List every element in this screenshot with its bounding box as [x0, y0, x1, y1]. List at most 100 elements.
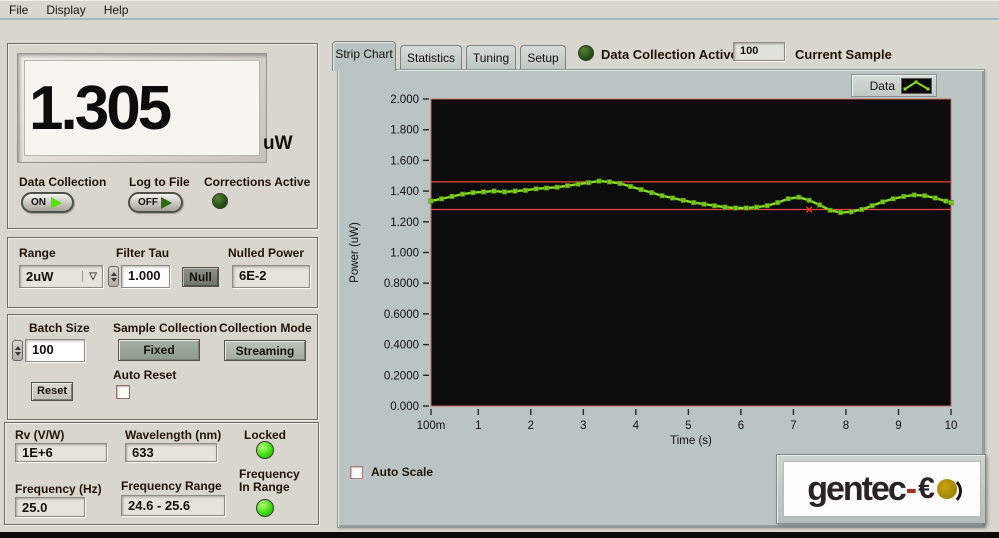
x-tick-label: 1: [475, 420, 481, 432]
data-point-marker: [765, 203, 769, 207]
data-point-marker: [775, 200, 779, 204]
auto-reset-checkbox[interactable]: [116, 385, 130, 399]
y-tick-label: 1.000: [390, 248, 419, 260]
data-point-marker: [949, 200, 953, 204]
data-point-marker: [723, 205, 727, 209]
auto-scale-checkbox[interactable]: [350, 466, 363, 479]
data-point-marker: [555, 185, 559, 189]
data-point-marker: [733, 206, 737, 210]
data-point-marker: [639, 187, 643, 191]
menu-file[interactable]: File: [0, 1, 37, 19]
power-value: 1.305: [25, 73, 169, 144]
null-button[interactable]: Null: [182, 267, 219, 287]
data-point-marker: [670, 196, 674, 200]
data-point-marker: [481, 190, 485, 194]
filter-tau-label: Filter Tau: [116, 246, 169, 260]
increment-icon: [15, 346, 21, 350]
logo-word: gentec: [807, 470, 905, 509]
cursor-marker[interactable]: ×: [805, 202, 813, 217]
data-point-marker: [838, 210, 842, 214]
filter-tau-input[interactable]: 1.000: [121, 265, 170, 288]
x-tick-label: 6: [738, 420, 744, 432]
frequency-range-field: 24.6 - 25.6: [121, 495, 225, 516]
logo-disc-icon: [937, 479, 957, 499]
x-tick-label: 3: [580, 420, 586, 432]
menu-help[interactable]: Help: [95, 1, 138, 19]
sample-collection-label: Sample Collection: [113, 321, 217, 335]
frequency-in-range-label-line1: Frequency: [239, 467, 300, 481]
data-point-marker: [607, 180, 611, 184]
power-display-screen: 1.305: [24, 60, 260, 156]
range-group: Range Filter Tau Nulled Power 2uW ▽ 1.00…: [7, 237, 318, 308]
data-point-marker: [586, 180, 590, 184]
data-point-marker: [828, 208, 832, 212]
locked-label: Locked: [244, 428, 286, 442]
toggle-arrow-icon: [161, 197, 172, 209]
logo-euro-glyph: €: [918, 472, 935, 506]
collection-mode-button[interactable]: Streaming: [224, 340, 306, 361]
filter-tau-stepper[interactable]: [108, 266, 119, 287]
x-tick-label: 4: [633, 420, 640, 432]
data-point-marker: [944, 199, 948, 203]
chevron-down-icon: ▽: [82, 271, 102, 282]
batch-size-stepper[interactable]: [12, 340, 23, 361]
data-point-marker: [502, 190, 506, 194]
range-dropdown[interactable]: 2uW ▽: [19, 265, 103, 288]
reset-button[interactable]: Reset: [31, 382, 73, 401]
frequency-range-label: Frequency Range: [121, 479, 222, 493]
data-point-marker: [649, 190, 653, 194]
data-point-marker: [912, 193, 916, 197]
data-point-marker: [817, 203, 821, 207]
data-point-marker: [544, 186, 548, 190]
log-to-file-label: Log to File: [129, 175, 190, 189]
log-to-file-toggle[interactable]: OFF: [128, 192, 183, 213]
data-point-marker: [576, 182, 580, 186]
x-axis-title: Time (s): [670, 435, 712, 447]
menu-bar: File Display Help: [0, 1, 999, 20]
data-point-marker: [471, 190, 475, 194]
strip-chart-graph[interactable]: 2.0001.8001.6001.4001.2001.0000.80000.60…: [338, 70, 986, 460]
y-tick-label: 0.6000: [384, 309, 419, 321]
auto-scale-label: Auto Scale: [371, 465, 433, 479]
wavelength-label: Wavelength (nm): [125, 428, 221, 442]
x-tick-label: 5: [685, 420, 691, 432]
range-label: Range: [19, 246, 56, 260]
frequency-field: 25.0: [15, 497, 85, 517]
log-to-file-state: OFF: [138, 197, 158, 208]
tab-tuning[interactable]: Tuning: [466, 45, 516, 70]
corrections-active-label: Corrections Active: [204, 175, 310, 189]
data-collection-state: ON: [31, 197, 46, 208]
menu-display[interactable]: Display: [37, 1, 94, 19]
data-point-marker: [849, 210, 853, 214]
data-point-marker: [923, 194, 927, 198]
power-unit-label: uW: [263, 133, 293, 155]
window-bottom-edge: [0, 532, 999, 538]
data-collection-toggle[interactable]: ON: [21, 192, 74, 213]
data-point-marker: [712, 203, 716, 207]
data-point-marker: [754, 205, 758, 209]
sample-collection-button[interactable]: Fixed: [118, 339, 200, 361]
tab-statistics[interactable]: Statistics: [400, 45, 462, 70]
plot-area[interactable]: [431, 99, 951, 406]
data-point-marker: [744, 206, 748, 210]
data-point-marker: [565, 184, 569, 188]
y-tick-label: 1.800: [390, 125, 419, 137]
data-point-marker: [460, 192, 464, 196]
nulled-power-field: 6E-2: [232, 265, 310, 288]
batch-size-input[interactable]: 100: [25, 339, 85, 362]
frequency-in-range-label-line2: In Range: [239, 480, 290, 494]
brand-logo: gentec - €: [776, 454, 986, 524]
tab-strip-chart[interactable]: Strip Chart: [332, 41, 396, 71]
range-value: 2uW: [26, 269, 82, 284]
data-point-marker: [450, 194, 454, 198]
tab-setup[interactable]: Setup: [520, 45, 566, 70]
data-point-marker: [933, 196, 937, 200]
data-point-marker: [891, 197, 895, 201]
decrement-icon: [15, 352, 21, 356]
data-point-marker: [439, 197, 443, 201]
data-point-marker: [702, 202, 706, 206]
readout-group: 1.305 uW Data Collection Log to File Cor…: [7, 43, 318, 229]
rv-field: 1E+6: [15, 443, 107, 462]
wavelength-field: 633: [125, 443, 217, 462]
collection-mode-label: Collection Mode: [219, 321, 312, 335]
